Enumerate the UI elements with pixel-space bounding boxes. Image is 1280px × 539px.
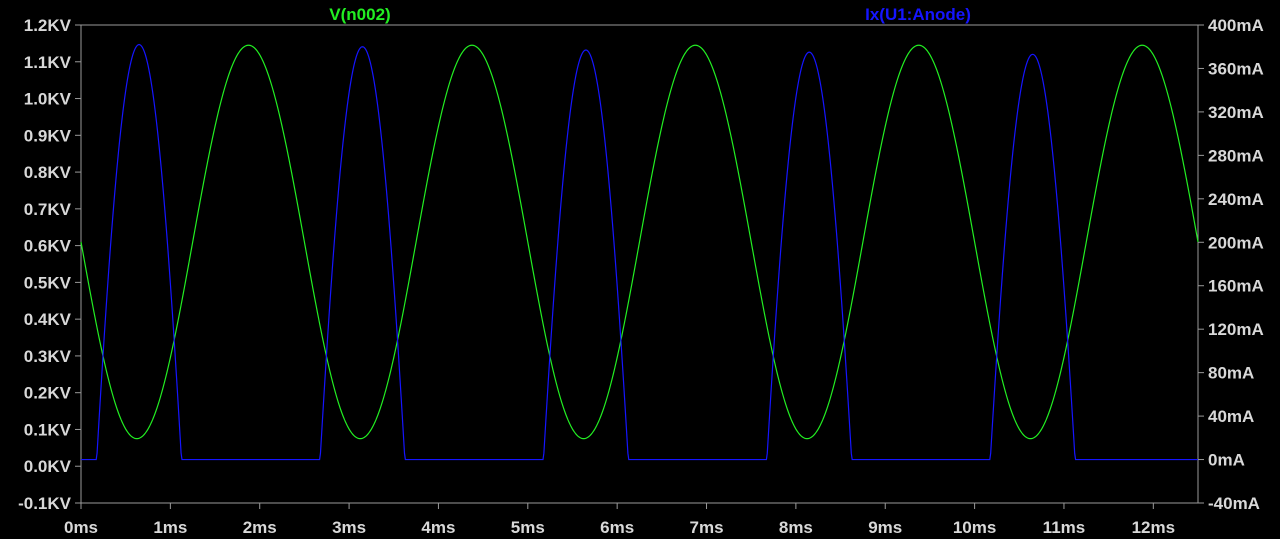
right-axis-tick-label: 0mA bbox=[1208, 451, 1245, 470]
right-axis-tick-label: 320mA bbox=[1208, 103, 1264, 122]
series-title-1: V(n002) bbox=[329, 5, 390, 24]
x-axis-tick-label: 1ms bbox=[153, 518, 187, 537]
plot-window[interactable]: -0.1KV 0.0KV 0.1KV 0.2KV 0.3KV 0.4KV 0.5KV 0.6K… bbox=[0, 0, 1280, 539]
current-trace bbox=[81, 43, 1198, 461]
left-axis-tick-label: -0.1KV bbox=[18, 494, 72, 513]
left-axis-tick-label: 0.4KV bbox=[24, 310, 72, 329]
right-axis-tick-label: 160mA bbox=[1208, 277, 1264, 296]
x-axis-tick-label: 0ms bbox=[64, 518, 98, 537]
left-axis-tick-label: 1.0KV bbox=[24, 90, 72, 109]
left-axis-tick-label: 0.7KV bbox=[24, 200, 72, 219]
left-axis-tick-label: 1.1KV bbox=[24, 53, 72, 72]
x-axis-tick-label: 5ms bbox=[511, 518, 545, 537]
labels-layer: -0.1KV 0.0KV 0.1KV 0.2KV 0.3KV 0.4KV 0.5KV 0.6K… bbox=[18, 5, 1264, 537]
right-axis-tick-label: 120mA bbox=[1208, 320, 1264, 339]
trace-layer bbox=[80, 43, 1199, 461]
left-axis-tick-label: 0.6KV bbox=[24, 237, 72, 256]
left-axis-tick-label: 0.3KV bbox=[24, 347, 72, 366]
right-axis-tick-label: 280mA bbox=[1208, 146, 1264, 165]
left-axis-tick-label: 0.8KV bbox=[24, 163, 72, 182]
x-axis-tick-label: 4ms bbox=[421, 518, 455, 537]
right-axis-tick-label: 40mA bbox=[1208, 407, 1254, 426]
right-axis-tick-label: 360mA bbox=[1208, 59, 1264, 78]
x-axis-tick-label: 3ms bbox=[332, 518, 366, 537]
x-axis-tick-label: 11ms bbox=[1043, 518, 1086, 537]
x-axis-tick-label: 12ms bbox=[1132, 518, 1175, 537]
voltage-trace bbox=[80, 44, 1199, 440]
right-axis-tick-label: 200mA bbox=[1208, 233, 1264, 252]
series-title-2: Ix(U1:Anode) bbox=[865, 5, 971, 24]
plot-frame bbox=[80, 24, 1199, 504]
x-axis-tick-label: 10ms bbox=[953, 518, 996, 537]
axes-layer bbox=[75, 24, 1204, 509]
x-axis-tick-label: 6ms bbox=[600, 518, 634, 537]
x-axis-tick-label: 8ms bbox=[779, 518, 813, 537]
x-axis-tick-label: 7ms bbox=[690, 518, 724, 537]
x-axis-tick-label: 2ms bbox=[243, 518, 277, 537]
left-axis-tick-label: 0.0KV bbox=[24, 457, 72, 476]
left-axis-tick-label: 1.2KV bbox=[24, 16, 72, 35]
left-axis-tick-label: 0.5KV bbox=[24, 273, 72, 292]
waveform-chart[interactable]: -0.1KV 0.0KV 0.1KV 0.2KV 0.3KV 0.4KV 0.5KV 0.6K… bbox=[0, 0, 1280, 539]
left-axis-tick-label: 0.2KV bbox=[24, 384, 72, 403]
left-axis-tick-label: 0.1KV bbox=[24, 420, 72, 439]
right-axis-tick-label: 240mA bbox=[1208, 190, 1264, 209]
right-axis-tick-label: 80mA bbox=[1208, 364, 1254, 383]
right-axis-tick-label: -40mA bbox=[1208, 494, 1260, 513]
right-axis-tick-label: 400mA bbox=[1208, 16, 1264, 35]
left-axis-tick-label: 0.9KV bbox=[24, 126, 72, 145]
x-axis-tick-label: 9ms bbox=[868, 518, 902, 537]
